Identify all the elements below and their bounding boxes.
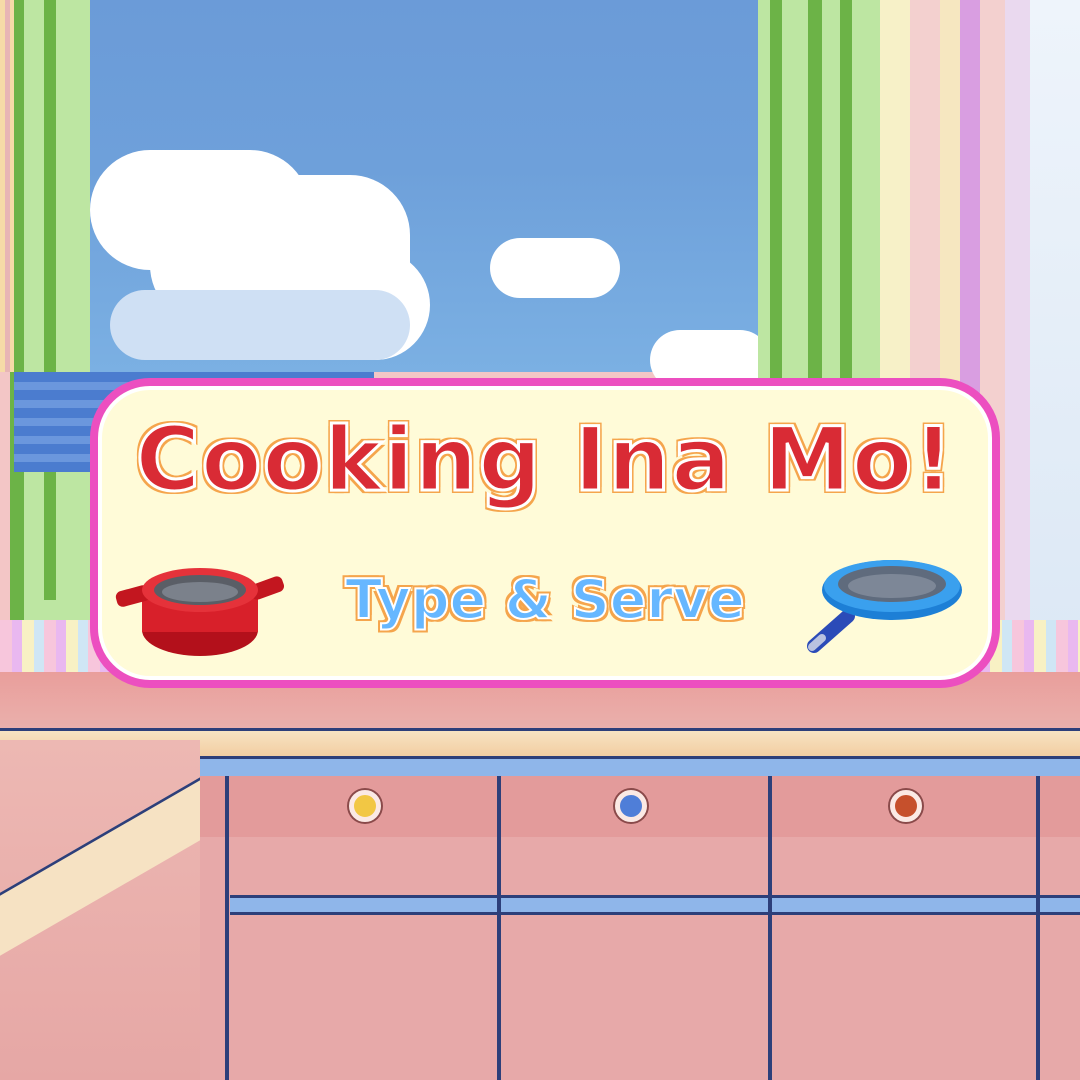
cloud-shadow [110,290,410,360]
window-sky [90,0,770,390]
window-frame [808,0,822,400]
window-frame [770,0,782,400]
window-frame [840,0,852,420]
cabinet-divider [768,776,772,1080]
cabinet-divider [225,776,229,1080]
window-frame [44,0,56,600]
cabinet-rail [230,895,1080,915]
pot-icon [110,550,290,660]
cabinet-knob [890,790,922,822]
frying-pan-icon [792,546,972,656]
kitchen-scene: Cooking Ina Mo! Type & Serve [0,0,1080,1080]
cabinets [200,776,1080,1080]
wall-stripes-left [0,0,14,372]
cabinet-divider [497,776,501,1080]
window-frame [24,0,90,620]
cabinet-divider [1036,776,1040,1080]
right-window [1030,0,1080,660]
game-title: Cooking Ina Mo! [134,407,955,513]
cabinet-knob [615,790,647,822]
window-frame [758,0,808,400]
cloud [490,238,620,298]
cabinet-knob [349,790,381,822]
game-logo: Cooking Ina Mo! Type & Serve [90,378,1000,688]
